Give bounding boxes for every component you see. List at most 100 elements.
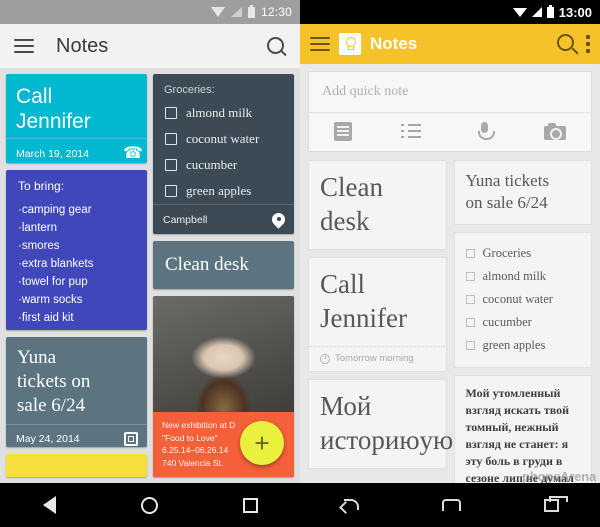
checklist-label: coconut water [482,292,553,306]
note-card-clean-desk[interactable]: Clean desk [308,160,447,250]
quick-note-actions [309,113,591,151]
note-card-yellow-partial[interactable] [6,454,147,477]
checkbox-icon[interactable] [165,159,177,171]
right-column-one: Clean desk Call Jennifer Tomorrow mornin… [308,160,454,483]
phone-icon [123,146,138,161]
checklist-row[interactable]: cucumber [455,311,592,334]
microphone-icon[interactable] [473,122,495,141]
dual-phone-screenshot: 12:30 Notes Call Jennifer March 19, 2014 [0,0,600,527]
note-card-to-bring[interactable]: To bring: camping gear lantern smores ex… [6,170,147,331]
watermark: phoneArena [522,469,596,484]
home-circle-icon[interactable] [140,496,158,514]
checklist-row[interactable]: green apples [153,178,294,204]
note-card-russian-story[interactable]: Мой историюую [308,379,454,469]
right-status-bar: 13:00 [300,0,600,24]
note-card-call-jennifer[interactable]: Call Jennifer Tomorrow morning [308,257,447,372]
right-column-two: Yuna tickets on sale 6/24 Groceries almo… [453,160,592,483]
recents-icon[interactable] [543,495,568,512]
checklist-label: almond milk [482,269,547,283]
checkbox-icon[interactable] [165,185,177,197]
left-column-one: Call Jennifer March 19, 2014 To bring: c… [6,74,147,477]
checklist-row[interactable]: Groceries [455,242,592,265]
home-icon[interactable] [441,499,461,511]
overflow-menu-icon[interactable] [586,35,590,53]
checklist-row[interactable]: coconut water [455,288,592,311]
note-card-call-jennifer[interactable]: Call Jennifer March 19, 2014 [6,74,147,164]
list-item: warm socks [18,291,137,309]
note-icon[interactable] [333,122,352,141]
checklist-label: coconut water [186,131,260,146]
checkbox-icon[interactable] [465,318,475,327]
note-reminder: Tomorrow morning [309,346,446,371]
left-column-two: Groceries: almond milk coconut water cuc… [153,74,294,477]
checkbox-icon[interactable] [465,272,475,281]
checklist-row[interactable]: almond milk [455,265,592,288]
list-item: lantern [18,219,137,237]
hamburger-icon[interactable] [14,39,34,53]
back-triangle-icon[interactable] [42,496,56,514]
note-footer: March 19, 2014 [6,138,147,163]
note-card-photo-exhibition[interactable]: New exhibition at D "Food to Love" 6.25.… [153,296,294,477]
checklist-row[interactable]: almond milk [153,100,294,126]
recents-square-icon[interactable] [242,497,258,513]
checklist-label: almond milk [186,105,253,120]
checklist-row[interactable]: green apples [455,334,592,357]
note-card-groceries[interactable]: Groceries: almond milk coconut water cuc… [153,74,294,234]
checklist-label: cucumber [186,157,238,172]
calendar-icon [124,432,138,447]
status-time: 12:30 [260,5,292,19]
checkbox-icon[interactable] [165,107,177,119]
list-icon[interactable] [401,122,423,141]
checkbox-icon[interactable] [465,249,475,258]
right-notes-area: Add quick note Clean desk Call Jennifer … [300,64,600,483]
quick-note-composer: Add quick note [308,71,592,152]
note-header: To bring: [18,179,65,194]
wifi-icon [512,7,527,17]
location-pin-icon [272,213,285,226]
search-icon[interactable] [557,34,577,54]
camera-icon[interactable] [544,123,567,140]
left-navigation-bar [0,483,300,527]
note-title-line2: desk [320,206,370,236]
left-phone: 12:30 Notes Call Jennifer March 19, 2014 [0,0,300,527]
hamburger-icon[interactable] [310,37,330,51]
checklist-row[interactable]: coconut water [153,126,294,152]
note-title: Yuna tickets on sale 6/24 [6,337,147,424]
list-item: extra blankets [18,255,137,273]
left-toolbar: Notes [0,24,300,68]
note-card-yuna-tickets[interactable]: Yuna tickets on sale 6/24 May 24, 2014 [6,337,147,448]
note-title-line1: Clean [320,172,383,202]
note-card-yuna-tickets[interactable]: Yuna tickets on sale 6/24 [453,160,592,225]
note-card-russian-poem[interactable]: Мой утомленный взгляд искать твой томный… [453,375,592,483]
clock-icon [320,353,330,364]
note-date: May 24, 2014 [16,433,80,446]
right-phone: 13:00 Notes Add quick note Clean desk Ca… [300,0,600,527]
checkbox-icon[interactable] [165,133,177,145]
note-title-line2: tickets on [17,371,91,393]
note-title-line2: историюую [320,425,454,455]
note-date: March 19, 2014 [16,147,89,160]
back-arrow-icon[interactable] [341,498,360,512]
note-card-clean-desk[interactable]: Clean desk [153,241,294,289]
note-title-line1: Call [320,269,365,299]
bring-list: camping gear lantern smores extra blanke… [18,201,137,327]
checklist-row[interactable]: cucumber [153,152,294,178]
note-title-line2: Jennifer [320,303,407,333]
note-title-line1: Call [16,85,53,108]
note-title: Мой историюую [309,380,454,468]
left-status-bar: 12:30 [0,0,300,24]
quick-note-input[interactable]: Add quick note [309,72,591,113]
page-title: Notes [370,34,418,53]
checklist: Groceries almond milk coconut water cucu… [455,233,592,367]
note-title-line2: on sale 6/24 [465,193,548,212]
note-location: Campbell [163,213,208,226]
list-item: towel for pup [18,273,137,291]
page-title: Notes [56,34,109,57]
note-card-groceries-checklist[interactable]: Groceries almond milk coconut water cucu… [453,232,592,368]
checklist-label: cucumber [482,315,532,329]
checkbox-icon[interactable] [465,295,475,304]
note-title-line1: Мой [320,391,372,421]
search-icon[interactable] [267,36,286,56]
add-note-fab[interactable]: + [240,421,284,465]
checkbox-icon[interactable] [465,341,475,350]
